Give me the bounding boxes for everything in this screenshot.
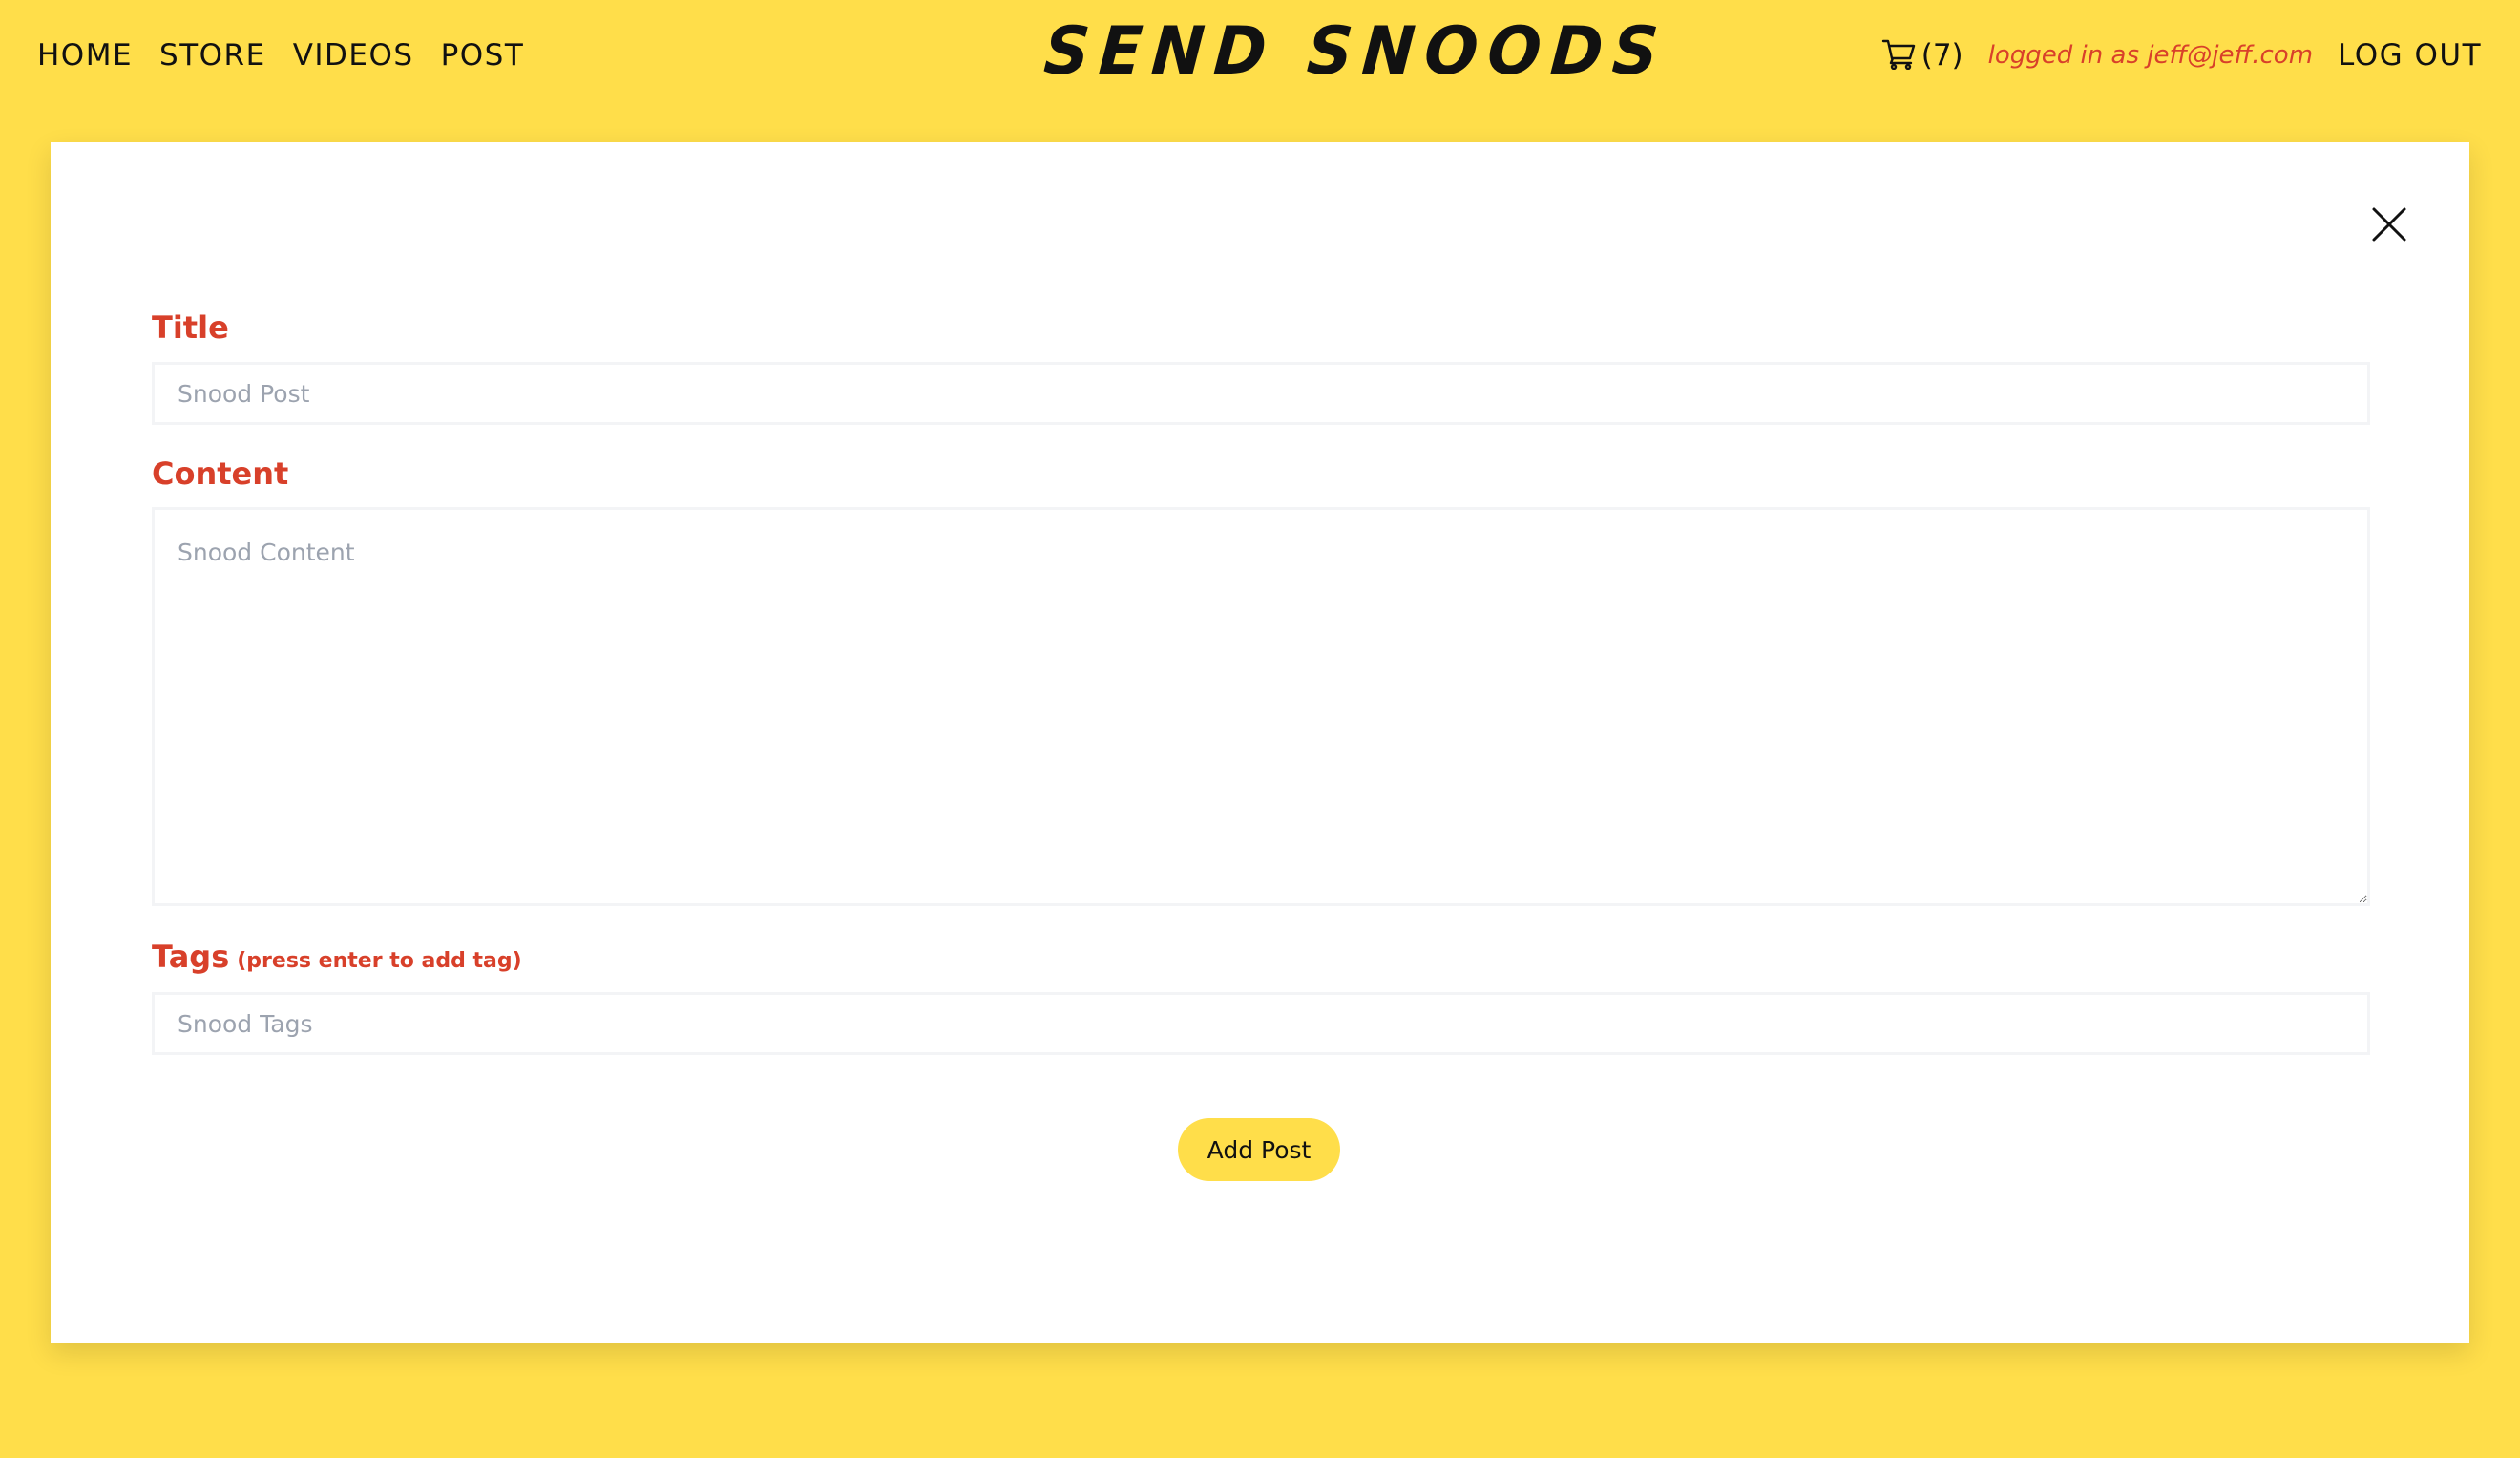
tags-label: Tags <box>152 939 230 975</box>
logout-link[interactable]: LOG OUT <box>2338 38 2482 73</box>
cart-count: (7) <box>1921 38 1964 73</box>
tags-label-row: Tags (press enter to add tag) <box>152 936 522 983</box>
nav-videos-link[interactable]: VIDEOS <box>293 32 414 78</box>
top-navigation: HOME STORE VIDEOS POST SEND SNOODS (7) l… <box>0 0 2520 141</box>
close-icon <box>2368 207 2410 249</box>
nav-post-link[interactable]: POST <box>441 32 525 78</box>
close-button[interactable] <box>2368 203 2410 245</box>
content-textarea[interactable] <box>152 507 2370 906</box>
add-post-modal: Title Content Tags (press enter to add ta… <box>51 142 2469 1343</box>
login-status: logged in as jeff@jeff.com <box>1987 41 2314 70</box>
tags-input[interactable] <box>152 992 2370 1055</box>
brand-logo[interactable]: SEND SNOODS <box>1041 12 1670 90</box>
account-nav: (7) logged in as jeff@jeff.com LOG OUT <box>1881 32 2482 78</box>
add-post-button[interactable]: Add Post <box>1178 1118 1340 1181</box>
title-label: Title <box>152 309 229 346</box>
cart-button[interactable]: (7) <box>1881 37 1964 74</box>
title-input[interactable] <box>152 362 2370 425</box>
cart-icon <box>1881 37 1918 74</box>
main-nav: HOME STORE VIDEOS POST <box>37 32 524 78</box>
tags-hint: (press enter to add tag) <box>237 949 522 973</box>
nav-home-link[interactable]: HOME <box>37 32 133 78</box>
content-label: Content <box>152 455 289 492</box>
nav-store-link[interactable]: STORE <box>159 32 266 78</box>
brand-logo-text: SEND SNOODS <box>1041 12 1670 90</box>
